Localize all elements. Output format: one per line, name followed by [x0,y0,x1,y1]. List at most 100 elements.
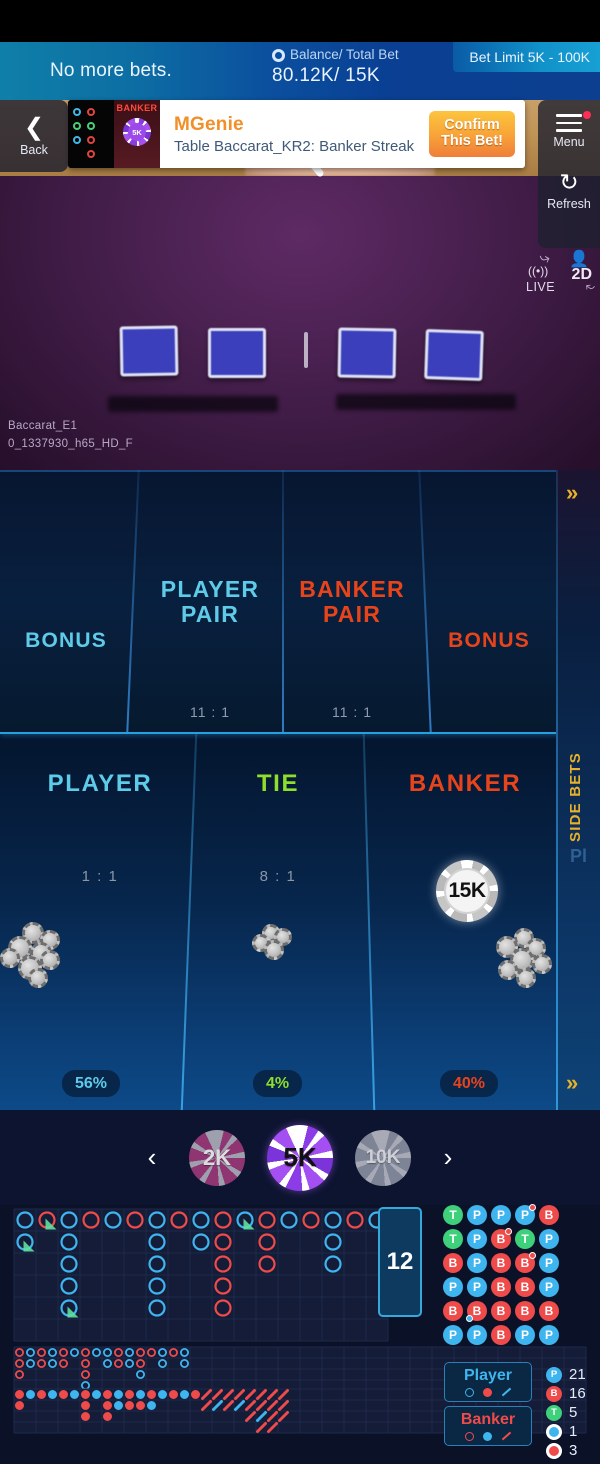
notification-dot [582,111,591,119]
stat-pair-icon [546,1442,562,1459]
menu-button[interactable]: Menu [553,111,591,149]
card-back-banker-1 [337,327,397,379]
chip-option-10k[interactable]: 10K [355,1129,411,1186]
legend-dot-icon-2 [482,1431,492,1441]
bead-plate-cell: T [443,1229,463,1249]
side-controls: Menu ↻ Refresh [538,100,600,248]
legend-banker-marks [464,1431,512,1441]
bead-plate-cell: P [539,1325,559,1345]
stat-icon: P [546,1366,562,1383]
bead-plate-cell: B [491,1325,511,1345]
bead-plate-cell: B [491,1228,512,1249]
stat-icon: T [546,1404,562,1421]
bead-plate-cell: P [467,1277,487,1297]
banker-chip-stack [490,928,560,994]
bead-plate-cell: P [515,1325,535,1345]
chip-selector-bar: ‹ 2K 5K 10K › [0,1110,600,1205]
bet-area-banker-pair[interactable]: BANKER PAIR [282,577,422,627]
menu-label: Menu [553,135,585,149]
bead-plate-cell: P [539,1229,559,1249]
chip-option-2k[interactable]: 2K [189,1129,245,1186]
bead-plate-cell: P [467,1325,487,1345]
promo-banner-row: BANKER 5K MGenie Table Baccarat_KR2: Ban… [0,100,600,172]
bet-area-player[interactable]: PLAYER [10,770,190,798]
side-bets-top-divider [0,470,600,472]
back-label: Back [20,142,48,157]
refresh-button[interactable]: ↻ Refresh [547,167,591,212]
bead-plate-cell: P [515,1204,536,1225]
chip-option-5k-selected[interactable]: 5K [267,1124,333,1191]
promo-thumbnail: BANKER 5K [68,100,160,168]
live-2d-toggle[interactable]: ⤷ 👤 2D ((•)) LIVE ⤶ [522,247,598,308]
refresh-label: Refresh [547,197,591,211]
card-shadow-banker [336,394,516,410]
legend-player-button[interactable]: Player [444,1362,532,1402]
legend-banker-button[interactable]: Banker [444,1406,532,1446]
live-label: LIVE [526,280,556,294]
banker-pair-marker [529,1252,536,1259]
promo-text: MGenie Table Baccarat_KR2: Banker Streak [160,114,429,155]
legend-slash-icon [501,1387,511,1397]
refresh-icon: ↻ [559,169,579,195]
balance-block: Balance/ Total Bet 80.12K/ 15K [272,47,399,87]
bead-plate-cell: P [491,1205,511,1225]
stream-id: 0_1337930_h65_HD_F [8,438,133,451]
side-bets-ghost-label: Pl [570,846,588,866]
bead-plate-cell: B [466,1301,487,1322]
confirm-bet-button[interactable]: Confirm This Bet! [429,111,515,157]
player-odds: 1 : 1 [81,868,119,885]
bead-plate-cell: B [515,1277,535,1297]
back-button[interactable]: ❮ Back [0,100,68,172]
chip-option-2k-label: 2K [202,1144,232,1170]
main-bets-top-divider [0,732,600,734]
side-bets-tab[interactable]: » SIDE BETS Pl » [556,470,600,1110]
chip-option-10k-label: 10K [365,1146,401,1168]
player-pair-marker [466,1315,473,1322]
bead-plate-cell: B [515,1252,536,1273]
main-bets-zone: PLAYER 1 : 1 56% TIE 8 : 1 4% BANKER 40% [0,732,600,1110]
card-back-player-2 [208,328,266,378]
bead-plate-cell: T [443,1205,463,1225]
bead-plate[interactable]: TPPPBTPBTPBPBBPPPBBPBBBBBPPBPP [443,1204,563,1353]
stat-icon: B [546,1385,562,1402]
tie-chip-stack [248,924,298,966]
legend-ring-icon-2 [464,1431,474,1441]
chevron-left-icon: ❮ [23,113,45,141]
stream-name: Baccarat_E1 [8,420,78,433]
bet-area-bonus-right[interactable]: BONUS [424,629,554,653]
bet-area-bonus-left[interactable]: BONUS [0,629,132,653]
chip-option-5k-label: 5K [283,1142,317,1172]
bet-area-tie[interactable]: TIE [190,770,366,798]
stat-row: T5 [546,1404,577,1421]
bead-plate-cell: B [443,1253,463,1273]
banker-percent: 40% [440,1070,499,1097]
bet-area-banker[interactable]: BANKER [370,770,560,798]
bead-plate-cell: P [467,1253,487,1273]
side-bets-expand-bottom-icon[interactable]: » [566,1070,578,1096]
stream-metadata: Baccarat_E1 0_1337930_h65_HD_F [8,418,133,454]
promo-subtitle: Table Baccarat_KR2: Banker Streak [174,137,415,155]
balance-value: 80.12K/ 15K [272,65,380,86]
chip-next-button[interactable]: › [433,1142,463,1173]
broadcast-icon: ((•)) [528,264,549,278]
legend-banker-label: Banker [460,1410,516,1428]
confirm-bet-line1: Confirm [444,117,500,134]
legend-ring-icon [464,1387,474,1397]
promo-banner[interactable]: BANKER 5K MGenie Table Baccarat_KR2: Ban… [68,100,525,168]
status-bar: No more bets. Balance/ Total Bet 80.12K/… [0,42,600,100]
side-bets-zone: BONUS PLAYER PAIR 11 : 1 BANKER PAIR 11 … [0,470,600,732]
banker-pair-odds: 11 : 1 [332,704,372,720]
hamburger-icon [556,111,591,132]
chip-prev-button[interactable]: ‹ [137,1142,167,1173]
banker-pair-marker [529,1204,536,1211]
bet-area-player-pair[interactable]: PLAYER PAIR [140,577,280,627]
stat-value: 21 [569,1366,586,1383]
legend-dot-icon [482,1387,492,1397]
stat-row: 1 [546,1423,577,1440]
card-divider [304,332,308,368]
bead-plate-cell: B [515,1301,535,1321]
placed-bet-chip-value: 15K [444,868,490,914]
side-bets-expand-top-icon[interactable]: » [566,480,578,506]
placed-bet-chip-banker[interactable]: 15K [436,860,498,922]
stat-row: P 21 [546,1366,586,1383]
